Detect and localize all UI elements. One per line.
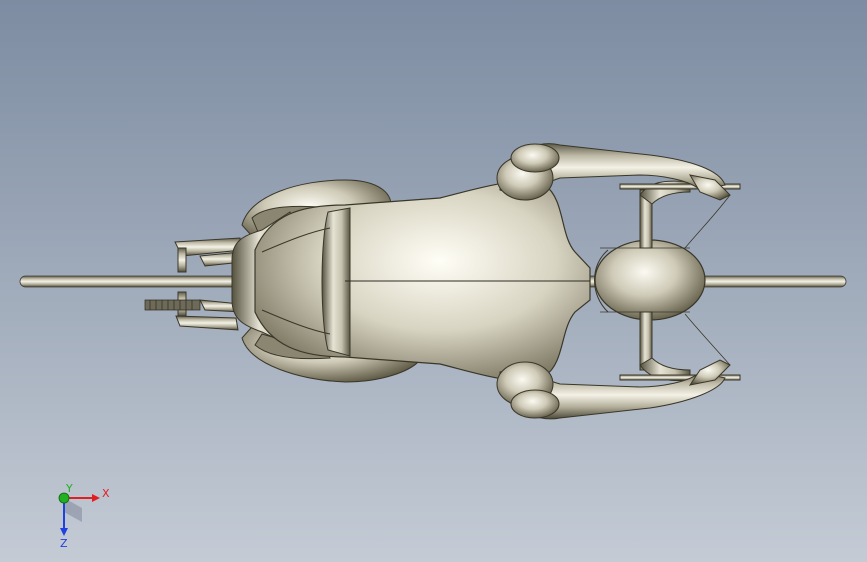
axis-triad: X Y Z: [58, 482, 110, 548]
torso-band: [321, 207, 351, 357]
lower-arm: [496, 359, 731, 420]
3d-model-render[interactable]: [0, 0, 867, 562]
x-axis-arrow: [92, 494, 100, 502]
x-axis-label: X: [102, 487, 110, 500]
z-axis-arrow: [60, 528, 68, 536]
cable-lower: [684, 313, 731, 366]
upper-arm: [496, 143, 731, 201]
grille: [144, 299, 201, 311]
graphics-viewport[interactable]: X Y Z: [0, 0, 867, 562]
y-axis-label: Y: [65, 482, 73, 495]
head: [594, 239, 706, 321]
z-axis-label: Z: [60, 537, 68, 548]
cable-upper: [684, 194, 731, 249]
